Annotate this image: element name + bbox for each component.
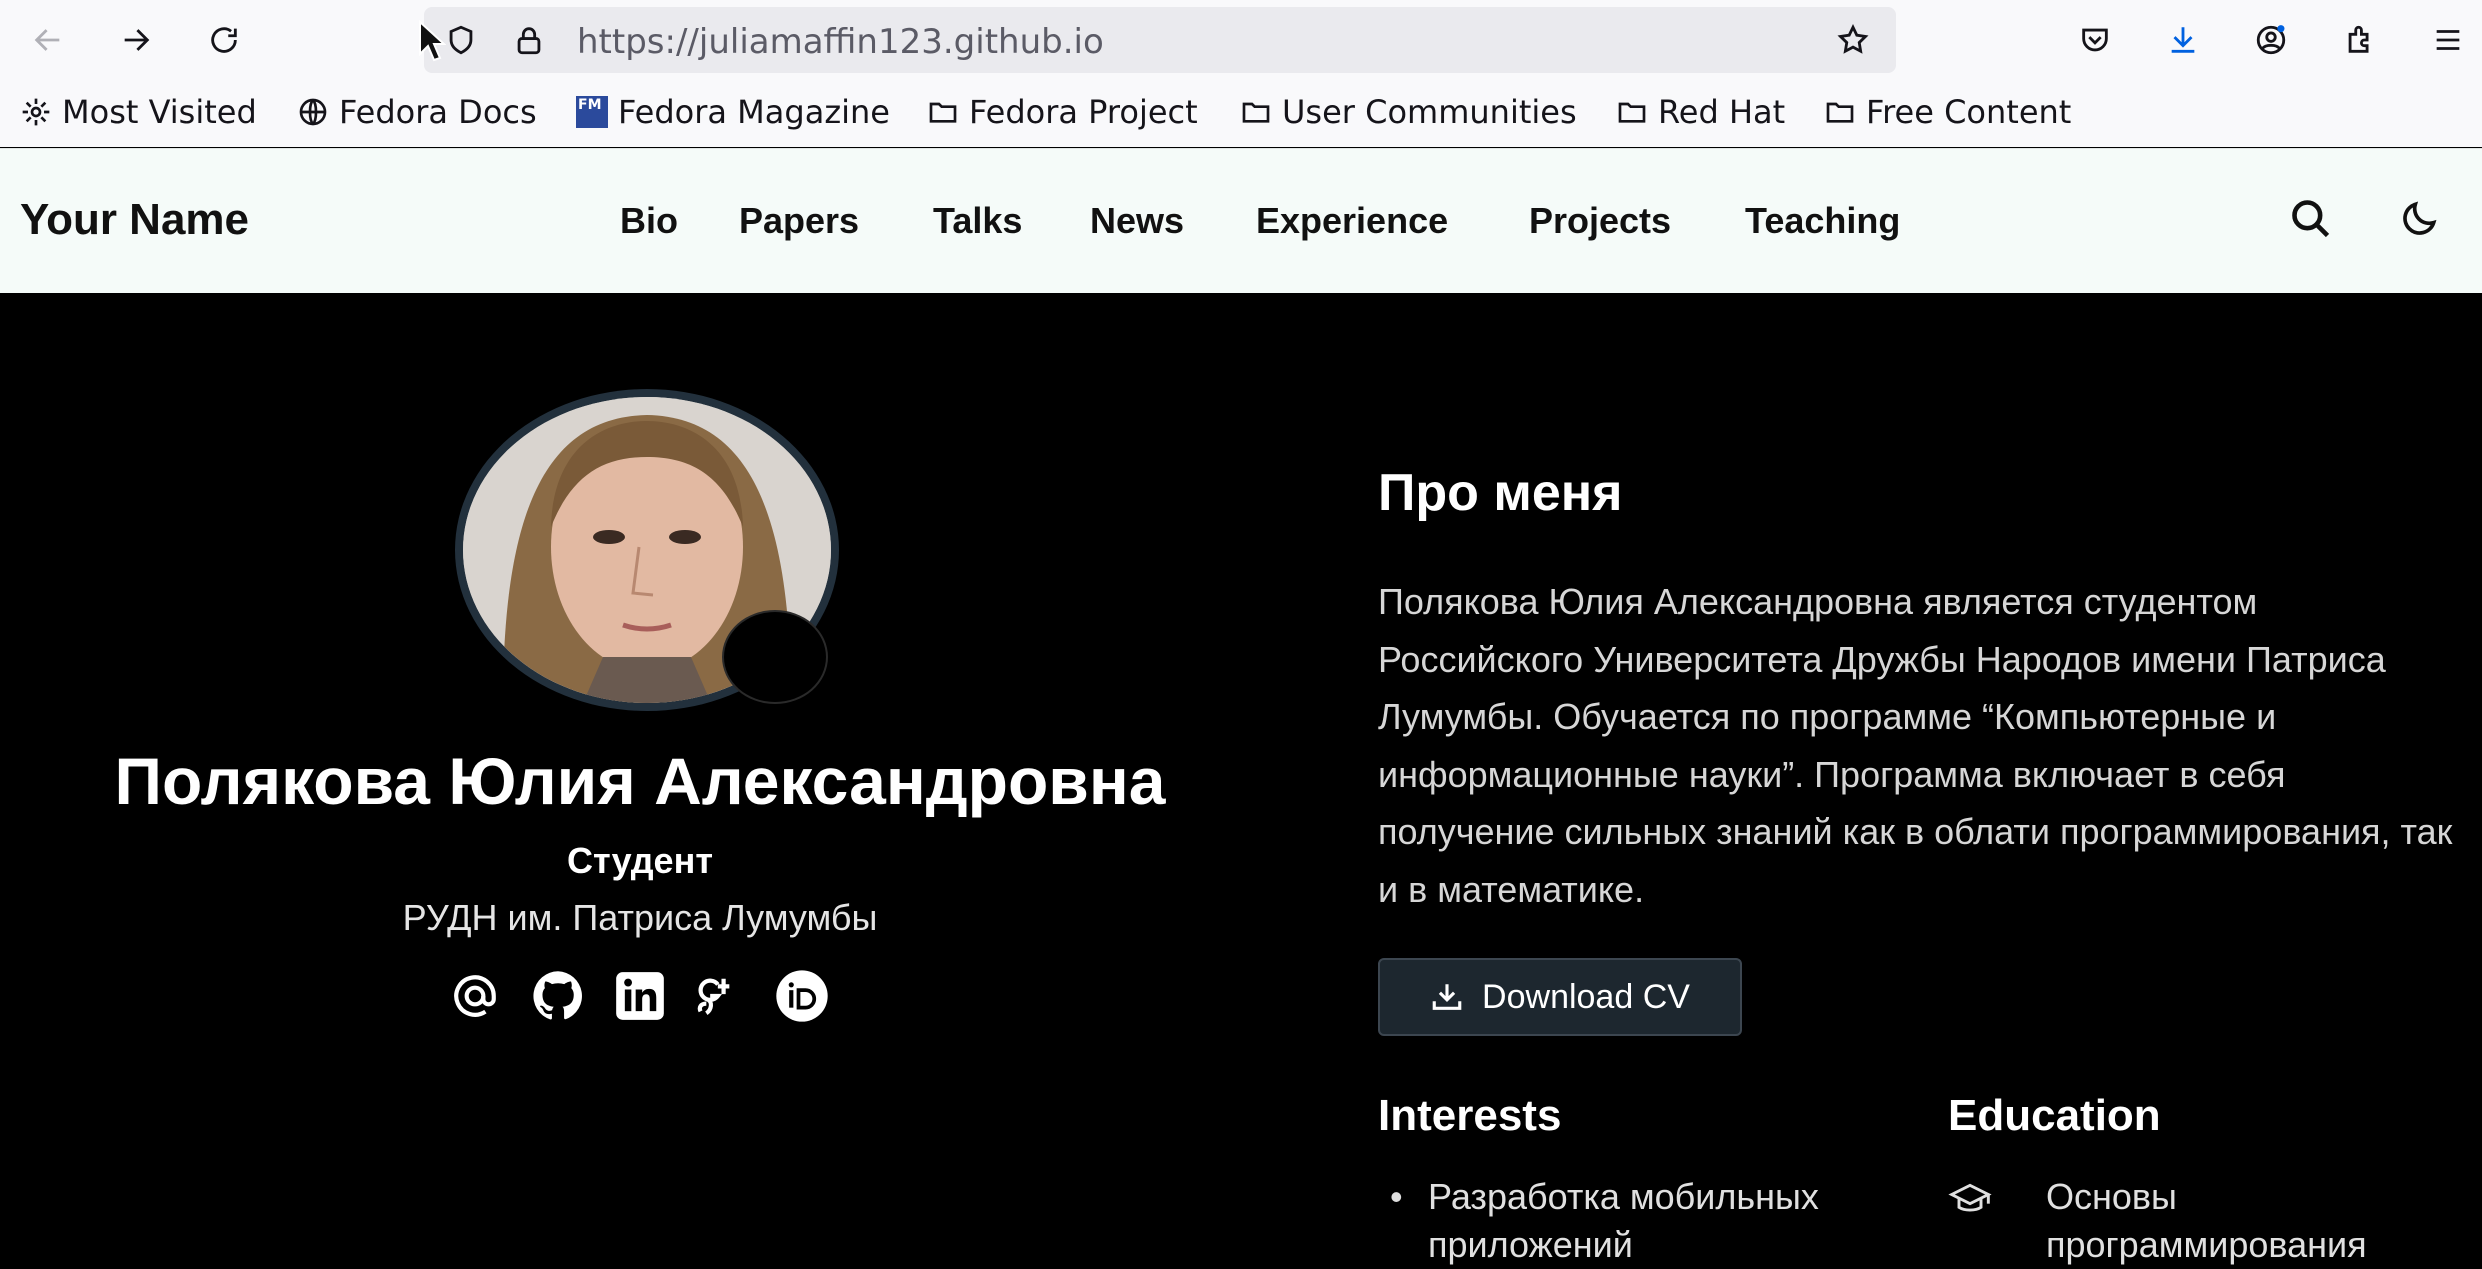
reload-icon bbox=[211, 27, 237, 53]
bookmark-label: Most Visited bbox=[62, 93, 257, 131]
linkedin-icon bbox=[616, 972, 664, 1020]
education-item: Основы программирования bbox=[2046, 1176, 2367, 1265]
url-text[interactable]: https://juliamaffin123.github.io bbox=[577, 22, 1104, 62]
bullet-icon: • bbox=[1390, 1176, 1403, 1217]
nav-link-talks[interactable]: Talks bbox=[933, 200, 1022, 242]
interest-label: Разработка мобильных приложений bbox=[1428, 1176, 1819, 1265]
account-button[interactable] bbox=[2249, 18, 2293, 62]
bookmark-red-hat[interactable]: Red Hat bbox=[1616, 92, 1785, 132]
nav-link-papers[interactable]: Papers bbox=[739, 200, 859, 242]
browser-toolbar: https://juliamaffin123.github.io bbox=[0, 0, 2482, 80]
bookmark-fedora-docs[interactable]: Fedora Docs bbox=[297, 92, 537, 132]
bookmark-fedora-project[interactable]: Fedora Project bbox=[927, 92, 1198, 132]
status-indicator bbox=[722, 610, 828, 704]
lock-icon[interactable] bbox=[512, 23, 546, 57]
globe-icon bbox=[299, 98, 327, 126]
education-heading: Education bbox=[1948, 1091, 2161, 1140]
tracking-protection-shield-icon[interactable] bbox=[444, 23, 478, 57]
dark-mode-moon-icon[interactable] bbox=[2397, 197, 2441, 241]
profile-name: Полякова Юлия Александровна bbox=[114, 744, 1166, 818]
google-scholar-icon bbox=[697, 978, 730, 1016]
search-icon[interactable] bbox=[2289, 197, 2333, 241]
address-bar[interactable]: https://juliamaffin123.github.io bbox=[424, 7, 1896, 73]
github-link[interactable] bbox=[530, 968, 586, 1024]
pocket-button[interactable] bbox=[2073, 18, 2117, 62]
nav-link-experience[interactable]: Experience bbox=[1256, 200, 1448, 242]
folder-icon bbox=[1618, 102, 1646, 123]
hamburger-menu-icon bbox=[2436, 30, 2460, 50]
download-icon bbox=[2171, 27, 2195, 53]
email-link[interactable] bbox=[447, 968, 503, 1024]
linkedin-link[interactable] bbox=[612, 968, 668, 1024]
orcid-icon bbox=[776, 970, 828, 1022]
download-icon bbox=[1432, 984, 1462, 1010]
interest-item: • Разработка мобильных приложений bbox=[1390, 1173, 1888, 1269]
github-icon bbox=[533, 971, 582, 1020]
profile-role: Студент bbox=[567, 840, 713, 881]
puzzle-icon bbox=[2348, 25, 2369, 53]
reload-button[interactable] bbox=[202, 18, 246, 62]
bookmark-label: Fedora Magazine bbox=[618, 93, 890, 131]
pocket-icon bbox=[2082, 28, 2108, 52]
account-icon bbox=[2256, 25, 2286, 55]
folder-icon bbox=[929, 102, 957, 123]
orcid-link[interactable] bbox=[774, 968, 830, 1024]
browser-chrome: https://juliamaffin123.github.io Most Vi… bbox=[0, 0, 2482, 147]
bookmark-fedora-magazine[interactable]: FM Fedora Magazine bbox=[576, 92, 890, 132]
folder-icon bbox=[1242, 102, 1270, 123]
about-heading: Про меня bbox=[1378, 464, 1623, 522]
profile-organization: РУДН им. Патриса Лумумбы bbox=[402, 897, 878, 938]
bookmark-label: Red Hat bbox=[1658, 93, 1786, 131]
site-navbar: Your Name Bio Papers Talks News Experien… bbox=[0, 148, 2482, 294]
bookmark-user-communities[interactable]: User Communities bbox=[1240, 92, 1577, 132]
back-button[interactable] bbox=[26, 18, 70, 62]
nav-link-news[interactable]: News bbox=[1090, 200, 1184, 242]
back-arrow-icon bbox=[34, 29, 60, 51]
bookmark-most-visited[interactable]: Most Visited bbox=[20, 92, 257, 132]
forward-arrow-icon bbox=[124, 29, 150, 51]
about-paragraph: Полякова Юлия Александровна является сту… bbox=[1378, 581, 2453, 910]
google-scholar-link[interactable] bbox=[686, 968, 742, 1024]
email-icon bbox=[454, 975, 496, 1017]
menu-button[interactable] bbox=[2426, 18, 2470, 62]
download-cv-label: Download CV bbox=[1482, 977, 1690, 1016]
downloads-button[interactable] bbox=[2161, 18, 2205, 62]
nav-link-teaching[interactable]: Teaching bbox=[1745, 200, 1900, 242]
bookmark-label: Free Content bbox=[1866, 93, 2072, 131]
bookmark-label: User Communities bbox=[1282, 93, 1577, 131]
bookmarks-toolbar: Most Visited Fedora Docs FM Fedora Magaz… bbox=[0, 86, 2482, 142]
gear-icon bbox=[22, 98, 50, 126]
nav-link-projects[interactable]: Projects bbox=[1529, 200, 1671, 242]
interests-heading: Interests bbox=[1378, 1091, 1562, 1140]
profile-hero: Полякова Юлия Александровна Студент РУДН… bbox=[0, 293, 2482, 1265]
bookmark-free-content[interactable]: Free Content bbox=[1824, 92, 2071, 132]
folder-icon bbox=[1826, 102, 1854, 123]
fedora-magazine-icon: FM bbox=[576, 96, 608, 128]
mouse-cursor-icon bbox=[419, 20, 446, 62]
bookmark-label: Fedora Project bbox=[969, 93, 1198, 131]
bookmark-star-icon[interactable] bbox=[1836, 23, 1870, 57]
download-cv-button[interactable]: Download CV bbox=[1378, 958, 1742, 1036]
extensions-button[interactable] bbox=[2338, 18, 2382, 62]
bookmark-label: Fedora Docs bbox=[339, 93, 537, 131]
site-brand[interactable]: Your Name bbox=[20, 195, 249, 245]
graduation-cap-icon bbox=[1948, 1183, 1992, 1212]
forward-button[interactable] bbox=[114, 18, 158, 62]
nav-link-bio[interactable]: Bio bbox=[620, 200, 678, 242]
